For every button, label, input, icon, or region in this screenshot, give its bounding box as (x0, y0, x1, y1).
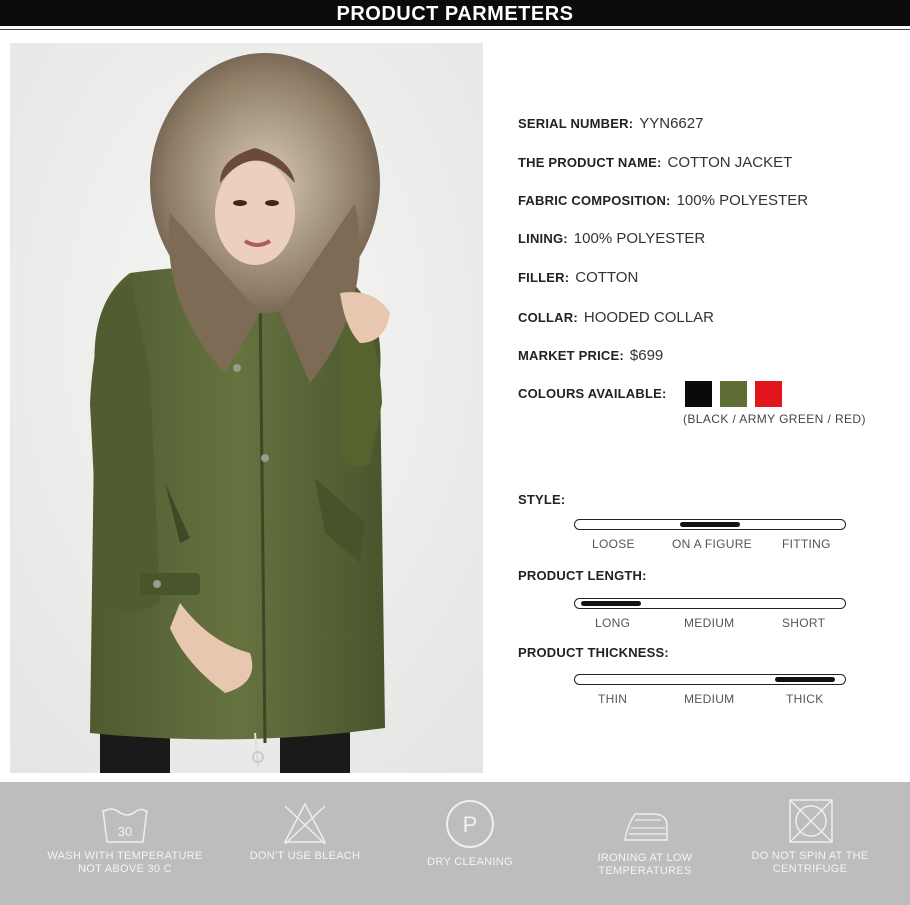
care-label-iron: IRONING AT LOW TEMPERATURES (597, 852, 693, 877)
color-swatch-red[interactable] (755, 381, 782, 407)
care-instructions-bar: 30 WASH WITH TEMPERATURE NOT ABOVE 30 C … (0, 782, 910, 905)
serial-number-row: SERIAL NUMBER: YYN6627 (518, 115, 703, 132)
model-jacket-illustration (10, 43, 483, 773)
fabric-row: FABRIC COMPOSITION: 100% POLYESTER (518, 192, 808, 209)
style-tick-loose: LOOSE (592, 537, 635, 551)
product-thickness-label: PRODUCT THICKNESS: (518, 645, 669, 660)
product-name-label: THE PRODUCT NAME: (518, 155, 662, 170)
collar-label: COLLAR: (518, 310, 578, 325)
header-divider (0, 29, 910, 30)
care-item-dry-clean: P DRY CLEANING (380, 782, 560, 905)
length-tick-medium: MEDIUM (684, 616, 735, 630)
thickness-scale-track (574, 674, 846, 685)
iron-low-icon (624, 813, 668, 841)
product-photo (10, 43, 483, 773)
collar-row: COLLAR: HOODED COLLAR (518, 309, 714, 326)
care-item-spin: DO NOT SPIN AT THE CENTRIFUGE (720, 782, 900, 905)
colours-row: COLOURS AVAILABLE: (518, 386, 667, 401)
style-tick-on-a-figure: ON A FIGURE (672, 537, 752, 551)
style-tick-fitting: FITTING (782, 537, 831, 551)
care-item-bleach: DON'T USE BLEACH (215, 782, 395, 905)
care-label-spin: DO NOT SPIN AT THE CENTRIFUGE (751, 850, 869, 875)
dry-clean-letter: P (463, 812, 478, 837)
filler-row: FILLER: COTTON (518, 269, 638, 286)
thickness-scale-marker (774, 677, 835, 682)
page-title: PRODUCT PARMETERS (336, 3, 574, 25)
serial-number-label: SERIAL NUMBER: (518, 116, 634, 131)
filler-value: COTTON (575, 269, 639, 286)
price-value: $699 (629, 347, 664, 364)
style-scale-track (574, 519, 846, 530)
thickness-tick-medium: MEDIUM (684, 692, 735, 706)
fabric-value: 100% POLYESTER (676, 192, 809, 209)
price-label: MARKET PRICE: (518, 348, 624, 363)
collar-value: HOODED COLLAR (583, 309, 714, 326)
wash-30-icon: 30 (102, 808, 148, 843)
style-label: STYLE: (518, 492, 566, 507)
thickness-tick-thin: THIN (598, 692, 628, 706)
colours-note: (BLACK / ARMY GREEN / RED) (683, 412, 866, 426)
product-name-row: THE PRODUCT NAME: COTTON JACKET (518, 154, 792, 171)
lining-value: 100% POLYESTER (573, 230, 706, 247)
wash-temperature-mark: 30 (118, 824, 132, 839)
length-scale-track (574, 598, 846, 609)
price-row: MARKET PRICE: $699 (518, 347, 663, 364)
colours-label: COLOURS AVAILABLE: (518, 386, 667, 401)
product-length-label: PRODUCT LENGTH: (518, 568, 647, 583)
lining-row: LINING: 100% POLYESTER (518, 230, 705, 247)
fabric-label: FABRIC COMPOSITION: (518, 193, 671, 208)
length-tick-long: LONG (595, 616, 631, 630)
care-label-dry-clean: DRY CLEANING (427, 856, 513, 868)
no-bleach-icon (283, 802, 327, 845)
filler-label: FILLER: (518, 270, 570, 285)
product-name-value: COTTON JACKET (667, 154, 793, 171)
care-item-wash: 30 WASH WITH TEMPERATURE NOT ABOVE 30 C (35, 782, 215, 905)
length-scale-marker (581, 601, 641, 606)
no-spin-icon (789, 799, 833, 843)
care-label-bleach: DON'T USE BLEACH (249, 850, 361, 862)
color-swatch-black[interactable] (685, 381, 712, 407)
length-tick-short: SHORT (782, 616, 826, 630)
care-item-iron: IRONING AT LOW TEMPERATURES (555, 782, 735, 905)
color-swatch-army-green[interactable] (720, 381, 747, 407)
thickness-tick-thick: THICK (786, 692, 824, 706)
care-label-wash: WASH WITH TEMPERATURE NOT ABOVE 30 C (47, 850, 203, 875)
lining-label: LINING: (518, 231, 568, 246)
serial-number-value: YYN6627 (639, 115, 704, 132)
style-scale-marker (680, 522, 740, 527)
dry-clean-icon: P (446, 800, 494, 848)
